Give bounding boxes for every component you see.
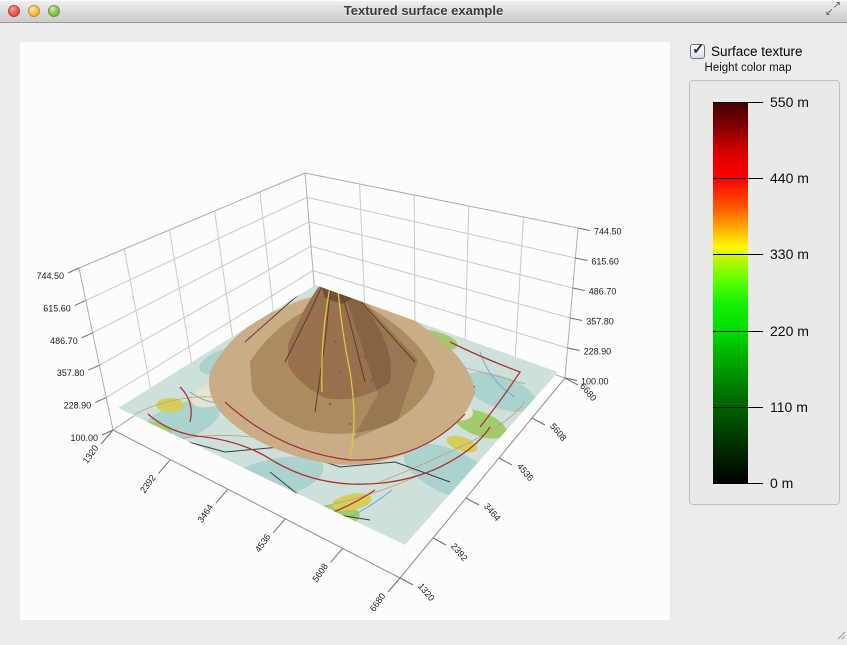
colorbar-label: 0 m [770,474,834,492]
colorbar-label: 220 m [770,322,834,340]
colorbar-tick [713,102,763,103]
surface-plot-svg: 744.50 615.60 486.70 357.80 228.90 100.0… [20,42,670,620]
y-axis-right: 744.50 615.60 486.70 357.80 228.90 100.0… [565,227,622,387]
x-axis-tick-label: 6680 [368,591,388,613]
z-axis-tick-label: 3464 [482,501,503,523]
colorbar-tick [713,407,763,408]
z-axis-tick-label: 2392 [449,541,470,563]
x-axis-tick-label: 3464 [196,502,216,524]
y-axis-left: 744.50 615.60 486.70 357.80 228.90 100.0… [36,268,113,443]
colorbar-tick [713,331,763,332]
y-axis-tick-label: 357.80 [586,317,614,327]
y-axis-tick-label: 100.00 [70,433,98,443]
textured-surface [118,259,558,545]
y-axis-tick-label: 228.90 [64,401,92,411]
mountain [209,259,475,465]
colorbar-tick [713,178,763,179]
x-axis-tick-label: 2392 [138,473,158,495]
fullscreen-icon[interactable]: ↗ ↙ [825,2,841,18]
z-axis-tick-label: 4536 [515,461,536,483]
resize-grip[interactable] [834,627,846,639]
y-axis-tick-label: 615.60 [591,257,619,267]
x-axis-tick-label: 5608 [310,562,330,584]
window-title: Textured surface example [0,3,847,18]
surface-plot-3d[interactable]: 744.50 615.60 486.70 357.80 228.90 100.0… [20,42,670,620]
z-axis-tick-label: 5608 [548,421,569,443]
resize-grip-icon [834,628,846,640]
surface-texture-label: Surface texture [711,44,803,59]
height-colorbar-panel: 550 m 440 m 330 m 220 m 110 m 0 m [689,80,840,505]
colorbar-title: Height color map [689,62,807,74]
x-axis-tick-label: 4536 [253,532,273,554]
y-axis-tick-label: 744.50 [36,271,64,281]
y-axis-tick-label: 486.70 [50,336,78,346]
arrow-sw-icon: ↙ [825,8,833,18]
y-axis-tick-label: 486.70 [589,287,617,297]
y-axis-tick-label: 744.50 [594,227,622,237]
y-axis-tick-label: 615.60 [43,303,71,313]
y-axis-tick-label: 357.80 [57,368,85,378]
colorbar-label: 330 m [770,245,834,263]
y-axis-tick-label: 228.90 [584,347,612,357]
colorbar-gradient [713,102,748,483]
title-bar[interactable]: Textured surface example ↗ ↙ [0,0,847,23]
colorbar-label: 110 m [770,398,834,416]
arrow-ne-icon: ↗ [833,1,841,11]
surface-texture-checkbox[interactable]: ✓ [690,44,705,59]
x-axis-tick-label: 1320 [81,443,101,465]
colorbar-label: 550 m [770,93,834,111]
z-axis-tick-label: 1320 [416,581,437,603]
colorbar-tick [713,483,763,484]
colorbar-tick [713,254,763,255]
checkmark-icon: ✓ [692,40,705,58]
colorbar-label: 440 m [770,169,834,187]
